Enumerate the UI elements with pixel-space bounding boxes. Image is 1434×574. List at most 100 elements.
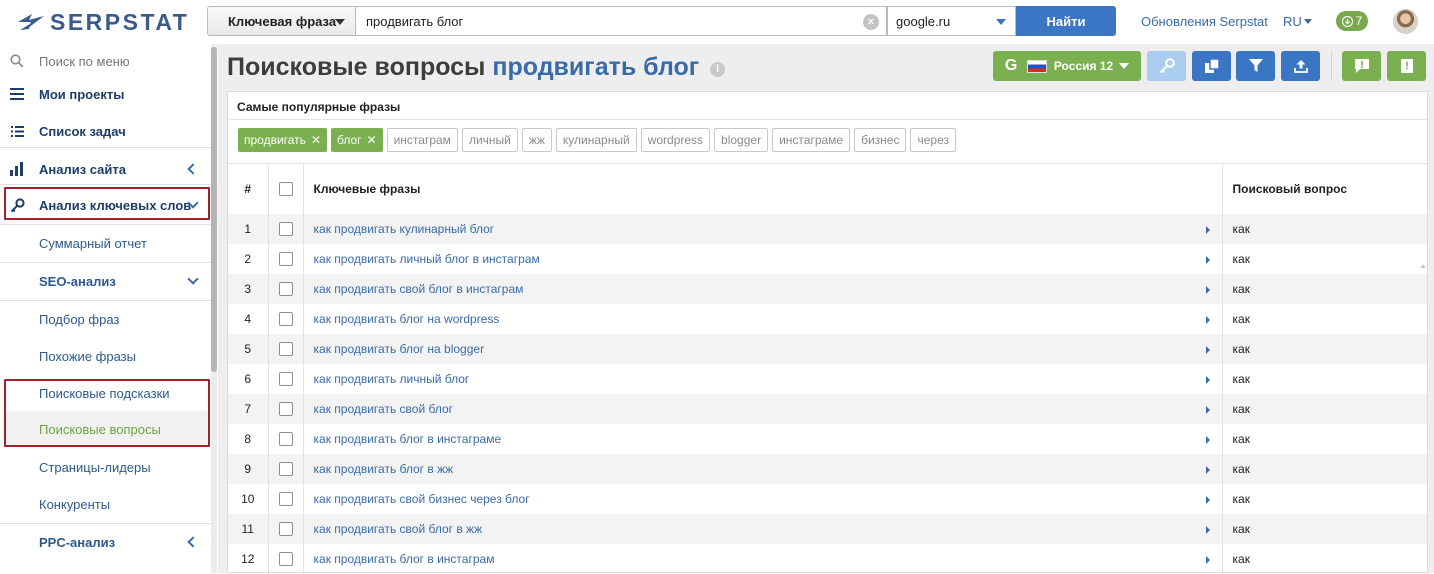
sidebar-item-summary[interactable]: Суммарный отчет bbox=[0, 234, 211, 252]
sidebar-item-competitors[interactable]: Конкуренты bbox=[0, 495, 211, 513]
keyword-link[interactable]: как продвигать кулинарный блог bbox=[314, 222, 495, 236]
keyword-link[interactable]: как продвигать свой блог bbox=[314, 402, 454, 416]
search-input[interactable]: продвигать блог × bbox=[356, 6, 887, 36]
row-checkbox[interactable] bbox=[278, 492, 293, 507]
sidebar-item-ppc-analysis[interactable]: PPC-анализ bbox=[0, 533, 211, 551]
downloads-badge[interactable]: 7 bbox=[1336, 11, 1368, 31]
caret-right-icon[interactable] bbox=[1205, 256, 1210, 264]
caret-right-icon[interactable] bbox=[1205, 346, 1210, 354]
sidebar-item-similar-phrases[interactable]: Похожие фразы bbox=[0, 347, 211, 365]
chip[interactable]: инстаграм bbox=[386, 128, 458, 152]
row-checkbox[interactable] bbox=[278, 252, 293, 267]
chip-active[interactable]: блог ✕ bbox=[331, 128, 383, 152]
close-icon[interactable]: ✕ bbox=[311, 133, 321, 147]
table-row[interactable]: 7 как продвигать свой блог как bbox=[228, 394, 1427, 424]
keyword-link[interactable]: как продвигать личный блог bbox=[314, 372, 470, 386]
keyword-link[interactable]: как продвигать блог в жж bbox=[314, 462, 454, 476]
menu-search[interactable]: Поиск по меню bbox=[0, 52, 211, 70]
row-checkbox[interactable] bbox=[278, 282, 293, 297]
sidebar-item-phrase-selection[interactable]: Подбор фраз bbox=[0, 310, 211, 328]
info-icon[interactable]: i bbox=[710, 62, 726, 77]
copy-button[interactable] bbox=[1192, 51, 1231, 81]
row-checkbox[interactable] bbox=[278, 462, 293, 477]
search-type-dropdown[interactable]: Ключевая фраза bbox=[207, 6, 356, 36]
table-row[interactable]: 12 как продвигать блог в инстаграм как bbox=[228, 544, 1427, 574]
sidebar-item-seo-analysis[interactable]: SEO-анализ bbox=[0, 272, 211, 290]
keyword-link[interactable]: как продвигать блог на blogger bbox=[314, 342, 485, 356]
export-button[interactable] bbox=[1281, 51, 1320, 81]
help-button[interactable] bbox=[1387, 51, 1426, 81]
keyword-link[interactable]: как продвигать личный блог в инстаграм bbox=[314, 252, 540, 266]
keyword-link[interactable]: как продвигать блог в инстаграм bbox=[314, 552, 495, 566]
table-row[interactable]: 9 как продвигать блог в жж как bbox=[228, 454, 1427, 484]
row-checkbox[interactable] bbox=[278, 312, 293, 327]
column-header-question[interactable]: Поисковый вопрос bbox=[1222, 164, 1427, 214]
column-header-keywords[interactable]: Ключевые фразы bbox=[303, 164, 1223, 214]
caret-right-icon[interactable] bbox=[1205, 316, 1210, 324]
table-row[interactable]: 8 как продвигать блог в инстаграме как bbox=[228, 424, 1427, 454]
table-row[interactable]: 3 как продвигать свой блог в инстаграм как bbox=[228, 274, 1427, 304]
chip[interactable]: личный bbox=[461, 128, 518, 152]
avatar[interactable] bbox=[1393, 9, 1418, 34]
serpstat-logo[interactable]: SERPSTAT bbox=[16, 9, 189, 35]
key-button[interactable] bbox=[1147, 51, 1186, 81]
row-checkbox[interactable] bbox=[278, 522, 293, 537]
caret-right-icon[interactable] bbox=[1205, 436, 1210, 444]
table-row[interactable]: 5 как продвигать блог на blogger как bbox=[228, 334, 1427, 364]
sidebar-item-top-pages[interactable]: Страницы-лидеры bbox=[0, 458, 211, 476]
question-cell: как bbox=[1222, 454, 1427, 484]
keyword-link[interactable]: как продвигать свой бизнес через блог bbox=[314, 492, 530, 506]
table-row[interactable]: 1 как продвигать кулинарный блог как bbox=[228, 214, 1427, 244]
table-row[interactable]: 4 как продвигать блог на wordpress как bbox=[228, 304, 1427, 334]
table-row[interactable]: 2 как продвигать личный блог в инстаграм к… bbox=[228, 244, 1427, 274]
select-all-checkbox[interactable] bbox=[278, 182, 293, 197]
caret-right-icon[interactable] bbox=[1205, 466, 1210, 474]
divider bbox=[0, 300, 211, 301]
keyword-link[interactable]: как продвигать блог на wordpress bbox=[314, 312, 500, 326]
caret-right-icon[interactable] bbox=[1205, 286, 1210, 294]
table-row[interactable]: 11 как продвигать свой блог в жж как bbox=[228, 514, 1427, 544]
row-checkbox[interactable] bbox=[278, 552, 293, 567]
row-checkbox[interactable] bbox=[278, 432, 293, 447]
table-row[interactable]: 6 как продвигать личный блог как bbox=[228, 364, 1427, 394]
keyword-link[interactable]: как продвигать блог в инстаграме bbox=[314, 432, 502, 446]
row-checkbox-cell bbox=[268, 334, 304, 364]
chip[interactable]: wordpress bbox=[640, 128, 711, 152]
find-button[interactable]: Найти bbox=[1016, 6, 1116, 36]
caret-right-icon[interactable] bbox=[1205, 226, 1210, 234]
row-checkbox[interactable] bbox=[278, 372, 293, 387]
sidebar-scrollbar-thumb[interactable] bbox=[211, 47, 217, 372]
filter-button[interactable] bbox=[1236, 51, 1275, 81]
sidebar-item-task-list[interactable]: Список задач bbox=[0, 122, 211, 140]
search-engine-select[interactable]: google.ru bbox=[887, 6, 1016, 36]
chevron-down-icon bbox=[335, 19, 345, 25]
updates-link[interactable]: Обновления Serpstat bbox=[1141, 14, 1268, 29]
table-row[interactable]: 10 как продвигать свой бизнес через блог к… bbox=[228, 484, 1427, 514]
caret-right-icon[interactable] bbox=[1205, 496, 1210, 504]
row-checkbox[interactable] bbox=[278, 222, 293, 237]
chip-active[interactable]: продвигать ✕ bbox=[238, 128, 327, 152]
keyword-link[interactable]: как продвигать свой блог в жж bbox=[314, 522, 483, 536]
chip[interactable]: жж bbox=[521, 128, 552, 152]
close-icon[interactable]: ✕ bbox=[367, 133, 377, 147]
sidebar-item-site-analysis[interactable]: Анализ сайта bbox=[0, 160, 211, 178]
row-checkbox[interactable] bbox=[278, 342, 293, 357]
chip[interactable]: кулинарный bbox=[555, 128, 637, 152]
table-scroll-up-icon[interactable] bbox=[1420, 264, 1426, 268]
caret-right-icon[interactable] bbox=[1205, 406, 1210, 414]
row-checkbox[interactable] bbox=[278, 402, 293, 417]
caret-right-icon[interactable] bbox=[1205, 556, 1210, 564]
clear-icon[interactable]: × bbox=[863, 14, 879, 30]
caret-right-icon[interactable] bbox=[1205, 376, 1210, 384]
column-header-number[interactable]: # bbox=[228, 164, 269, 214]
language-selector[interactable]: RU bbox=[1283, 14, 1312, 29]
caret-right-icon[interactable] bbox=[1205, 526, 1210, 534]
chip[interactable]: бизнес bbox=[854, 128, 907, 152]
chip[interactable]: инстаграме bbox=[772, 128, 851, 152]
region-selector-button[interactable]: G Россия 12 bbox=[993, 51, 1141, 81]
report-issue-button[interactable] bbox=[1342, 51, 1381, 81]
keyword-link[interactable]: как продвигать свой блог в инстаграм bbox=[314, 282, 524, 296]
sidebar-item-my-projects[interactable]: Мои проекты bbox=[0, 85, 211, 103]
chip[interactable]: через bbox=[910, 128, 956, 152]
chip[interactable]: blogger bbox=[714, 128, 769, 152]
